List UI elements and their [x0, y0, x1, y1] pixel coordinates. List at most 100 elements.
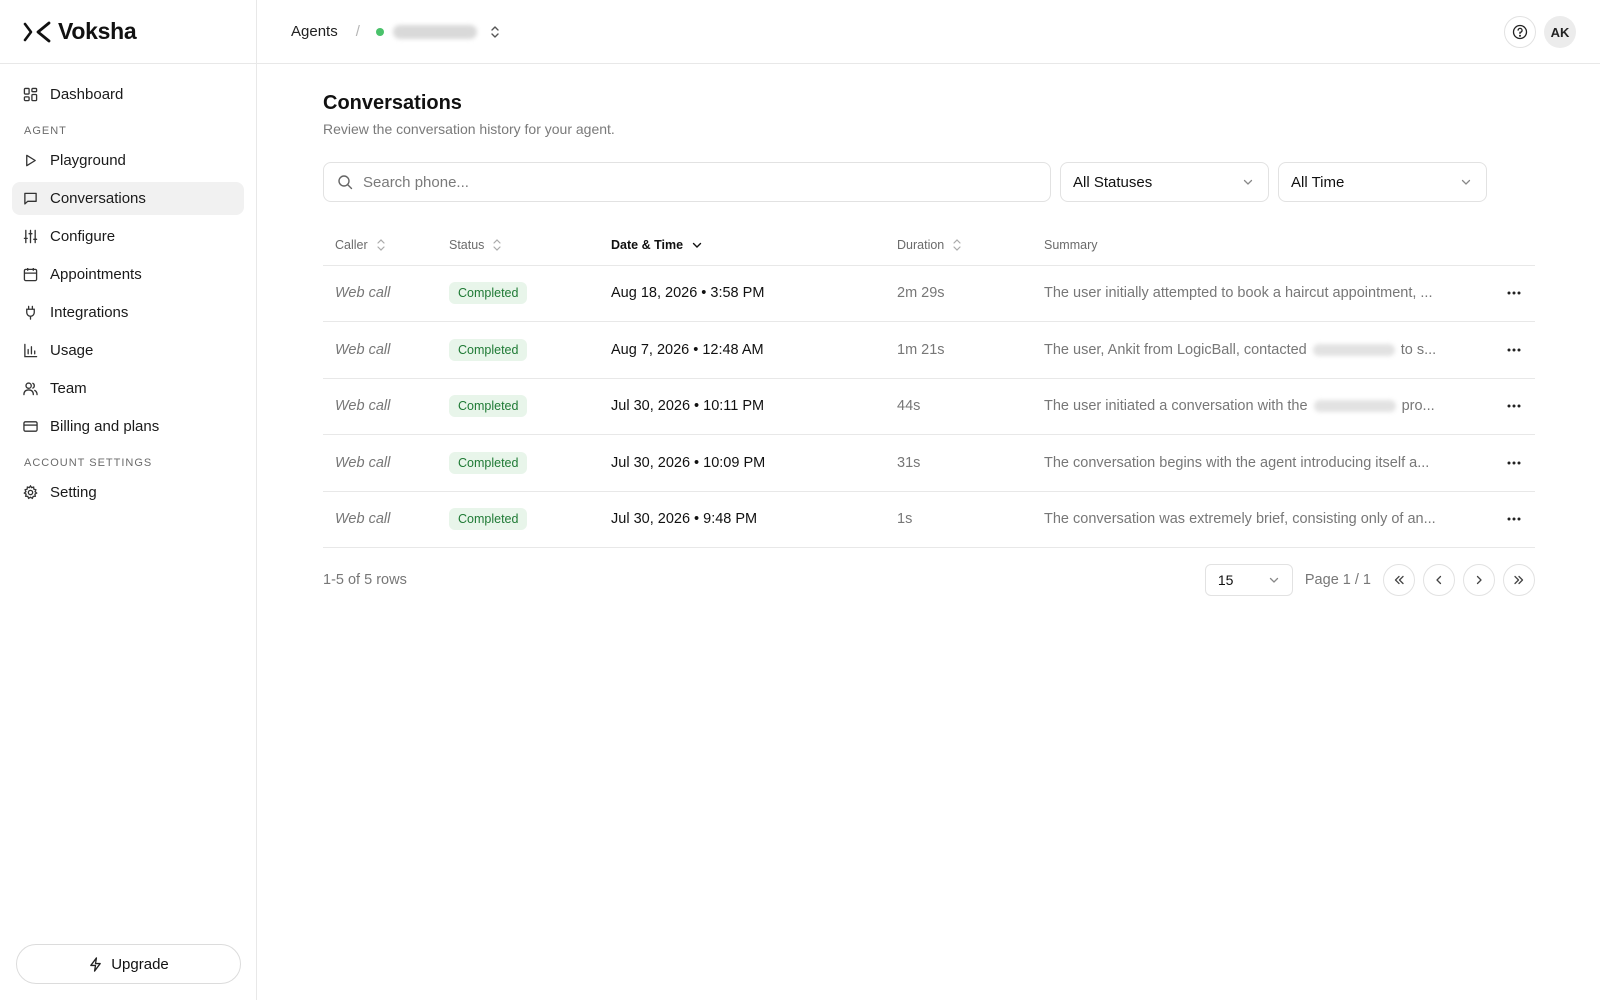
- sidebar-item-label: Conversations: [50, 190, 146, 207]
- first-page-button[interactable]: [1383, 564, 1415, 596]
- table-header-row: Caller Status Date & Time Duration Summa…: [323, 226, 1535, 266]
- row-menu-button[interactable]: [1492, 517, 1535, 521]
- sidebar-item-playground[interactable]: Playground: [12, 144, 244, 177]
- avatar[interactable]: AK: [1544, 16, 1576, 48]
- breadcrumb-agents[interactable]: Agents: [291, 23, 338, 40]
- nav-section-agent: AGENT: [24, 125, 67, 137]
- cell-status: Completed: [449, 434, 611, 492]
- chevron-down-icon: [1243, 179, 1253, 185]
- help-icon: [1512, 24, 1528, 40]
- next-page-button[interactable]: [1463, 564, 1495, 596]
- column-header-actions: [1492, 226, 1535, 266]
- cell-caller: Web call: [323, 434, 449, 492]
- row-menu-button[interactable]: [1492, 461, 1535, 465]
- help-button[interactable]: [1504, 16, 1536, 48]
- time-filter-value: All Time: [1291, 173, 1345, 191]
- sidebar: Voksha Dashboard AGENT Playground Conver…: [0, 0, 257, 1000]
- chevron-right-icon: [1476, 575, 1482, 585]
- column-header-duration[interactable]: Duration: [897, 226, 1044, 266]
- users-icon: [23, 382, 38, 396]
- table-row[interactable]: Web call Completed Jul 30, 2026 • 9:48 P…: [323, 491, 1535, 548]
- page-size-select[interactable]: 15: [1204, 564, 1293, 596]
- chevrons-right-icon: [1514, 575, 1524, 585]
- sidebar-item-label: Integrations: [50, 304, 129, 321]
- sidebar-item-setting[interactable]: Setting: [12, 476, 244, 509]
- search-box[interactable]: [323, 162, 1051, 202]
- more-horizontal-icon: [1507, 348, 1520, 352]
- last-page-button[interactable]: [1503, 564, 1535, 596]
- sidebar-item-label: Billing and plans: [50, 418, 160, 435]
- search-input[interactable]: [363, 173, 1013, 191]
- status-badge: Completed: [449, 508, 528, 531]
- sidebar-item-label: Dashboard: [50, 86, 124, 103]
- lightning-icon: [90, 956, 102, 972]
- summary-text: The user initiated a conversation with t…: [1044, 398, 1308, 415]
- column-header-label: Status: [449, 238, 485, 253]
- cell-actions: [1492, 434, 1535, 492]
- sidebar-item-label: Setting: [50, 484, 97, 501]
- search-icon: [338, 175, 353, 190]
- more-horizontal-icon: [1507, 291, 1520, 295]
- sidebar-item-billing[interactable]: Billing and plans: [12, 410, 244, 443]
- summary-text-tail: pro...: [1401, 398, 1435, 415]
- cell-datetime: Aug 7, 2026 • 12:48 AM: [611, 321, 897, 379]
- chevrons-left-icon: [1394, 575, 1404, 585]
- status-badge: Completed: [449, 395, 528, 418]
- logo-text: Voksha: [58, 18, 137, 44]
- cell-duration: 1s: [897, 491, 1044, 548]
- table-row[interactable]: Web call Completed Jul 30, 2026 • 10:09 …: [323, 434, 1535, 492]
- sliders-icon: [23, 229, 38, 244]
- sort-icon: [493, 239, 502, 252]
- conversations-table: Caller Status Date & Time Duration Summa…: [323, 226, 1535, 548]
- cell-caller: Web call: [323, 265, 449, 322]
- summary-text: The conversation was extremely brief, co…: [1044, 511, 1436, 528]
- table-row[interactable]: Web call Completed Jul 30, 2026 • 10:11 …: [323, 378, 1535, 435]
- cell-status: Completed: [449, 378, 611, 435]
- sort-desc-icon: [692, 243, 702, 249]
- sidebar-item-team[interactable]: Team: [12, 372, 244, 405]
- table-row[interactable]: Web call Completed Aug 18, 2026 • 3:58 P…: [323, 265, 1535, 322]
- column-header-datetime[interactable]: Date & Time: [611, 226, 897, 266]
- row-menu-button[interactable]: [1492, 291, 1535, 295]
- time-filter-select[interactable]: All Time: [1278, 162, 1487, 202]
- cell-summary: The user initially attempted to book a h…: [1044, 265, 1492, 322]
- row-menu-button[interactable]: [1492, 348, 1535, 352]
- cell-datetime: Aug 18, 2026 • 3:58 PM: [611, 265, 897, 322]
- page-indicator: Page 1 / 1: [1304, 572, 1371, 588]
- main-content: Conversations Review the conversation hi…: [323, 64, 1535, 596]
- upgrade-button[interactable]: Upgrade: [16, 944, 241, 984]
- cell-status: Completed: [449, 491, 611, 548]
- sidebar-item-configure[interactable]: Configure: [12, 220, 244, 253]
- row-menu-button[interactable]: [1492, 404, 1535, 408]
- sidebar-item-integrations[interactable]: Integrations: [12, 296, 244, 329]
- upgrade-label: Upgrade: [111, 955, 169, 973]
- sidebar-item-conversations[interactable]: Conversations: [12, 182, 244, 215]
- cell-duration: 44s: [897, 378, 1044, 435]
- redacted-text: [1313, 400, 1396, 413]
- sidebar-item-label: Appointments: [50, 266, 142, 283]
- message-icon: [24, 192, 37, 205]
- sidebar-item-dashboard[interactable]: Dashboard: [12, 78, 244, 111]
- chevron-up-down-icon[interactable]: [489, 24, 501, 40]
- chevron-down-icon: [1269, 577, 1279, 583]
- page-title: Conversations: [323, 92, 462, 114]
- table-row[interactable]: Web call Completed Aug 7, 2026 • 12:48 A…: [323, 321, 1535, 379]
- agent-name-redacted[interactable]: [392, 24, 477, 39]
- cell-actions: [1492, 491, 1535, 548]
- cell-duration: 2m 29s: [897, 265, 1044, 322]
- column-header-caller[interactable]: Caller: [323, 226, 449, 266]
- column-header-label: Caller: [335, 238, 368, 253]
- cell-duration: 1m 21s: [897, 321, 1044, 379]
- column-header-status[interactable]: Status: [449, 226, 611, 266]
- sidebar-item-appointments[interactable]: Appointments: [12, 258, 244, 291]
- gear-icon: [23, 485, 38, 500]
- cell-summary: The user, Ankit from LogicBall, contacte…: [1044, 321, 1492, 379]
- previous-page-button[interactable]: [1423, 564, 1455, 596]
- logo[interactable]: Voksha: [0, 0, 256, 64]
- sidebar-item-usage[interactable]: Usage: [12, 334, 244, 367]
- status-badge: Completed: [449, 282, 528, 305]
- status-filter-select[interactable]: All Statuses: [1060, 162, 1269, 202]
- row-count: 1-5 of 5 rows: [323, 572, 407, 588]
- pagination: 15 Page 1 / 1: [1204, 564, 1535, 596]
- cell-summary: The conversation begins with the agent i…: [1044, 434, 1492, 492]
